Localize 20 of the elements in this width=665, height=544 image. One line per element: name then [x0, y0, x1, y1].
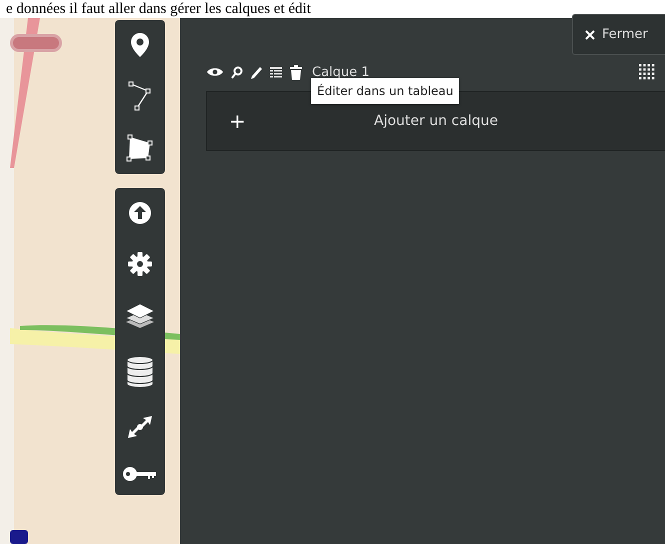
- upload-icon[interactable]: [128, 201, 152, 226]
- polyline-icon[interactable]: [128, 80, 152, 111]
- key-icon[interactable]: [123, 466, 157, 482]
- layer-name: Calque 1: [312, 64, 370, 80]
- layers-icon[interactable]: [124, 303, 156, 330]
- drag-handle-icon[interactable]: [639, 64, 655, 80]
- settings-icon[interactable]: [127, 251, 153, 278]
- plus-icon: +: [229, 109, 246, 133]
- polygon-icon[interactable]: [126, 134, 154, 162]
- pencil-icon[interactable]: [251, 66, 262, 78]
- table-icon[interactable]: [270, 66, 282, 78]
- marker-icon[interactable]: [129, 32, 151, 58]
- tooltip: Éditer dans un tableau: [311, 78, 460, 104]
- zoom-icon[interactable]: [231, 66, 243, 78]
- database-icon[interactable]: [126, 356, 154, 388]
- caption-text: e données il faut aller dans gérer les calques et édit: [5, 0, 312, 18]
- trash-icon[interactable]: [290, 64, 302, 80]
- eye-icon[interactable]: [207, 67, 223, 77]
- close-icon: [585, 30, 595, 40]
- close-button[interactable]: Fermer: [572, 14, 665, 55]
